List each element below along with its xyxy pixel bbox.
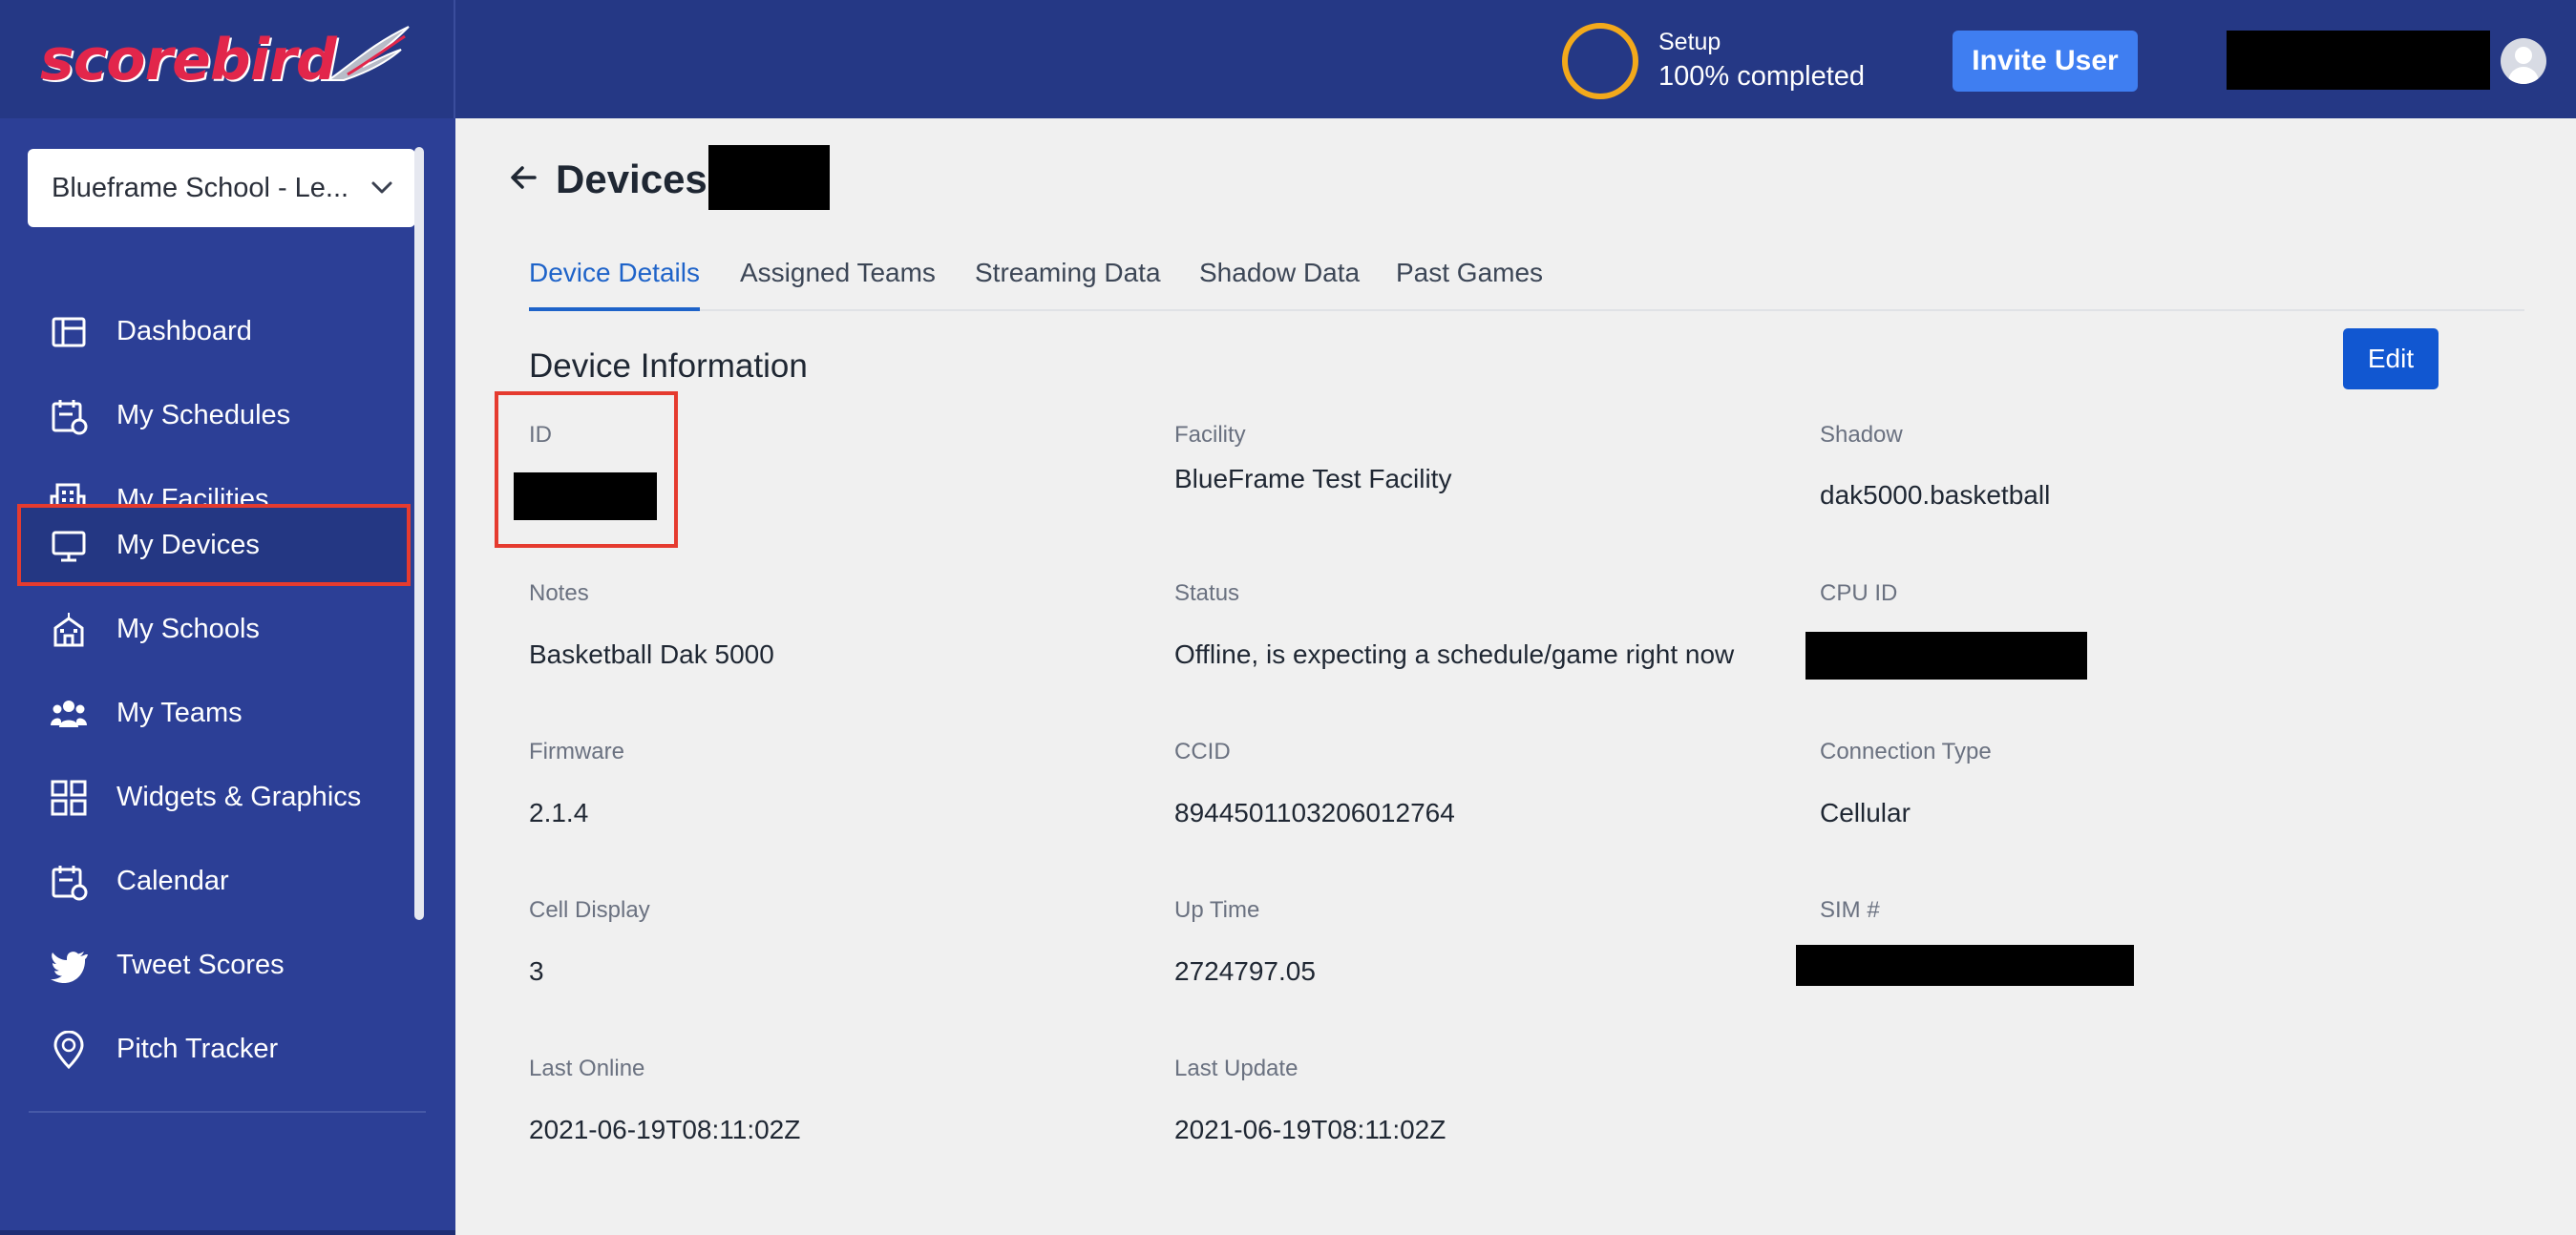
location-pin-icon [53, 1031, 84, 1069]
cell-display-value: 3 [529, 956, 544, 986]
sim-label: SIM # [1820, 897, 1880, 923]
page-title: Devices [556, 157, 707, 201]
edit-button[interactable]: Edit [2343, 328, 2439, 389]
sidebar-item-label: My Schedules [116, 399, 291, 430]
tab-assigned-teams[interactable]: Assigned Teams [740, 258, 936, 311]
firmware-value: 2.1.4 [529, 798, 589, 827]
setup-progress-text: 100% completed [1658, 61, 1866, 92]
sidebar-item-label: Pitch Tracker [116, 1033, 279, 1064]
up-time-label: Up Time [1174, 897, 1260, 923]
ccid-value: 8944501103206012764 [1174, 798, 1455, 827]
setup-progress-ring[interactable] [1562, 23, 1638, 99]
notes-value: Basketball Dak 5000 [529, 639, 774, 669]
widgets-icon [51, 780, 87, 816]
avatar-head [2515, 47, 2532, 64]
sidebar-item-pitch-tracker[interactable]: Pitch Tracker [21, 1012, 407, 1086]
invite-user-button[interactable]: Invite User [1953, 31, 2138, 92]
sidebar-item-my-schools[interactable]: My Schools [21, 592, 407, 666]
tab-streaming-data[interactable]: Streaming Data [975, 258, 1161, 311]
sidebar-item-label: My Teams [116, 697, 243, 728]
sidebar-item-my-schedules[interactable]: My Schedules [21, 378, 407, 452]
facility-label: Facility [1174, 422, 1246, 448]
calendar-icon [52, 866, 88, 901]
facility-value: BlueFrame Test Facility [1174, 464, 1452, 493]
last-update-value: 2021-06-19T08:11:02Z [1174, 1115, 1446, 1144]
user-name-redacted[interactable] [2227, 31, 2490, 90]
tab-bar: Device Details Assigned Teams Streaming … [529, 258, 2524, 311]
sim-value-redacted [1796, 945, 2134, 986]
top-bar: scorebird Setup 100% completed Invite Us… [0, 0, 2576, 118]
tab-device-details[interactable]: Device Details [529, 258, 700, 311]
chevron-down-icon [371, 181, 392, 194]
dashboard-icon [52, 317, 86, 347]
sidebar-item-calendar[interactable]: Calendar [21, 844, 407, 918]
tab-past-games[interactable]: Past Games [1396, 258, 1543, 311]
schedule-icon [52, 400, 88, 435]
sidebar-item-label: My Schools [116, 613, 260, 644]
status-label: Status [1174, 580, 1240, 606]
shadow-value: dak5000.basketball [1820, 480, 2051, 510]
sidebar-item-label: My Devices [116, 529, 260, 560]
sidebar-item-label: Tweet Scores [116, 949, 285, 980]
notes-label: Notes [529, 580, 589, 606]
sidebar-item-my-devices[interactable]: My Devices [17, 504, 411, 586]
shadow-label: Shadow [1820, 422, 1903, 448]
sidebar-scrollbar[interactable] [414, 147, 424, 920]
cell-display-label: Cell Display [529, 897, 650, 923]
last-online-value: 2021-06-19T08:11:02Z [529, 1115, 801, 1144]
sidebar-divider [29, 1111, 426, 1113]
avatar-body [2508, 67, 2539, 84]
sidebar-item-label: Calendar [116, 865, 229, 896]
connection-type-label: Connection Type [1820, 739, 1992, 764]
setup-label: Setup [1658, 29, 1721, 55]
logo-area: scorebird [0, 0, 455, 118]
sidebar-item-label: Dashboard [116, 315, 252, 346]
back-arrow-icon[interactable] [506, 160, 540, 195]
connection-type-value: Cellular [1820, 798, 1911, 827]
twitter-icon [51, 952, 88, 984]
cpu-id-value-redacted [1805, 632, 2087, 680]
last-update-label: Last Update [1174, 1056, 1299, 1081]
sidebar-item-widgets-graphics[interactable]: Widgets & Graphics [21, 760, 407, 834]
up-time-value: 2724797.05 [1174, 956, 1316, 986]
sidebar: Blueframe School - Le... Dashboard My Sc… [0, 118, 455, 1235]
logo-wing-icon [325, 26, 410, 81]
section-title: Device Information [529, 347, 808, 385]
last-online-label: Last Online [529, 1056, 645, 1081]
sidebar-item-dashboard[interactable]: Dashboard [21, 294, 407, 368]
monitor-icon [52, 531, 86, 562]
tab-shadow-data[interactable]: Shadow Data [1199, 258, 1360, 311]
school-icon [53, 613, 84, 647]
device-name-redacted [708, 145, 830, 210]
sidebar-item-tweet-scores[interactable]: Tweet Scores [21, 928, 407, 1002]
school-select-value: Blueframe School - Le... [52, 172, 349, 203]
sidebar-item-label: Widgets & Graphics [116, 781, 362, 812]
school-select[interactable]: Blueframe School - Le... [28, 149, 415, 227]
sidebar-item-my-teams[interactable]: My Teams [21, 676, 407, 750]
id-highlight-box [495, 391, 678, 548]
cpu-id-label: CPU ID [1820, 580, 1898, 606]
team-icon [51, 701, 87, 727]
ccid-label: CCID [1174, 739, 1231, 764]
firmware-label: Firmware [529, 739, 624, 764]
status-value: Offline, is expecting a schedule/game ri… [1174, 639, 1735, 669]
logo[interactable]: scorebird [40, 27, 337, 94]
avatar[interactable] [2501, 38, 2546, 84]
sidebar-footer-bar [0, 1230, 455, 1235]
